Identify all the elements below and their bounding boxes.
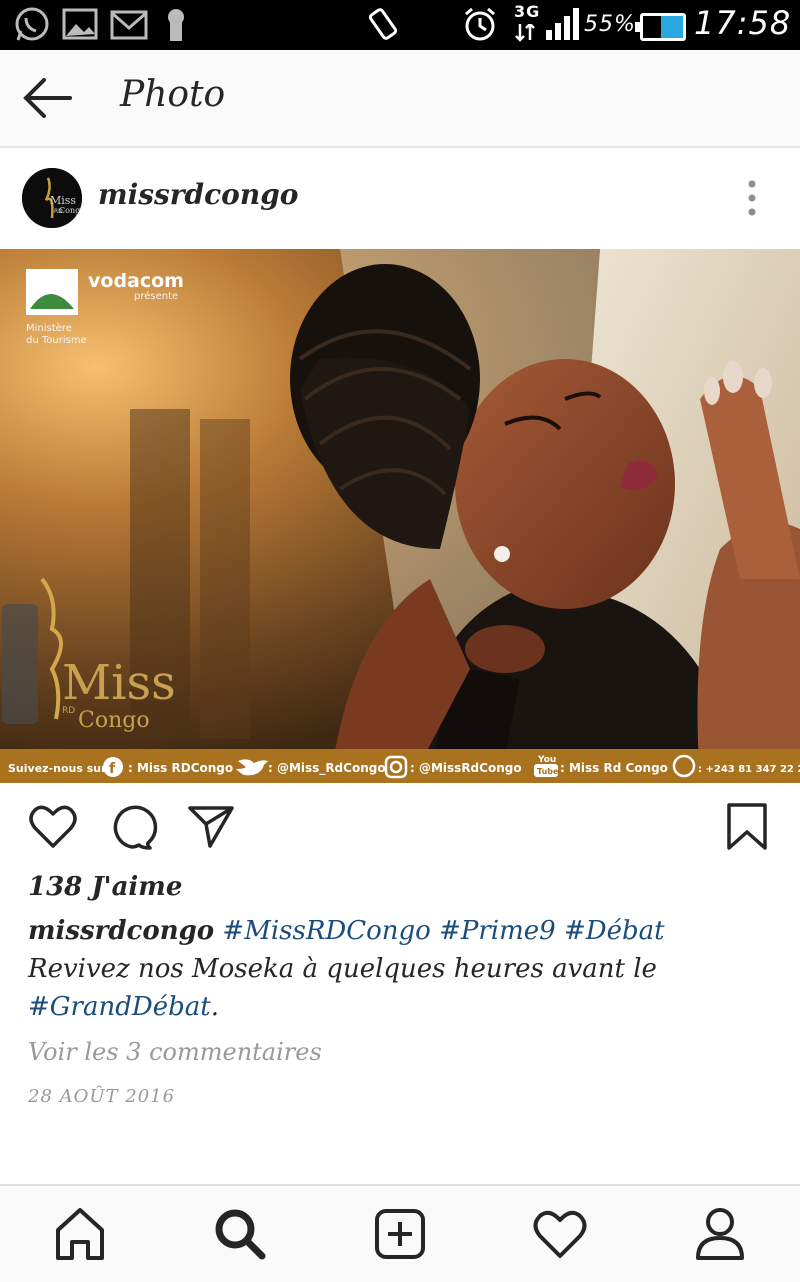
post-date: 28 AOÛT 2016 xyxy=(28,1086,176,1107)
gallery-icon xyxy=(62,8,98,40)
bottom-nav xyxy=(0,1184,800,1282)
vodacom-logo-text: vodacom xyxy=(88,270,184,292)
footer-youtube: : Miss Rd Congo xyxy=(560,761,668,775)
hashtag-missrdcongo[interactable]: #MissRDCongo xyxy=(222,916,430,946)
heart-icon xyxy=(533,1210,587,1258)
image-logo-miss: Miss xyxy=(62,655,176,711)
back-button[interactable] xyxy=(20,76,74,120)
nav-profile-button[interactable] xyxy=(690,1204,750,1264)
nav-activity-button[interactable] xyxy=(530,1204,590,1264)
top-bar: Photo xyxy=(0,50,800,148)
battery-icon xyxy=(635,13,686,41)
image-logo-congo: Congo xyxy=(78,708,150,733)
nav-new-post-button[interactable] xyxy=(370,1204,430,1264)
arrow-left-icon xyxy=(23,78,72,118)
status-bar: 3G 55% 17:58 xyxy=(0,0,800,50)
keyhole-icon xyxy=(168,9,184,41)
image-logo-rd: RD xyxy=(62,706,75,716)
presente-text: présente xyxy=(134,290,178,302)
footer-twitter: : @Miss_RdCongo xyxy=(268,761,386,776)
vertical-dots-icon xyxy=(748,180,756,216)
rotate-icon xyxy=(368,8,398,40)
footer-facebook: : Miss RDCongo xyxy=(128,761,233,775)
heart-outline-icon xyxy=(29,805,77,848)
hashtag-debat[interactable]: #Débat xyxy=(564,916,665,946)
follow-label: Suivez-nous sur xyxy=(8,762,107,775)
view-comments-link[interactable]: Voir les 3 commentaires xyxy=(28,1038,322,1066)
gmail-icon xyxy=(110,10,148,40)
share-button[interactable] xyxy=(186,802,236,856)
ministry-line1: Ministère xyxy=(26,322,72,334)
more-options-button[interactable] xyxy=(738,178,766,218)
miss-rdcongo-logo-icon: Miss RD Congo xyxy=(22,168,82,228)
data-arrows-icon xyxy=(515,24,535,42)
whatsapp-icon xyxy=(15,7,49,41)
likes-count[interactable]: 138 J'aime xyxy=(28,872,182,902)
caption-text: Revivez nos Moseka à quelques heures ava… xyxy=(28,954,657,984)
nav-home-button[interactable] xyxy=(50,1204,110,1264)
person-icon xyxy=(696,1208,744,1260)
save-button[interactable] xyxy=(724,802,770,856)
footer-phone: : +243 81 347 22 29 xyxy=(698,764,800,775)
battery-percent: 55% xyxy=(584,12,636,37)
post-header: Miss RD Congo missrdcongo xyxy=(0,148,800,248)
plus-square-icon xyxy=(375,1209,425,1259)
youtube-tube-text: Tube xyxy=(537,767,559,776)
page-title: Photo xyxy=(120,74,226,115)
bookmark-icon xyxy=(727,803,767,850)
post-photo-graphic: vodacom présente Ministère du Tourisme M… xyxy=(0,249,800,783)
caption-username[interactable]: missrdcongo xyxy=(28,916,214,946)
ministry-line2: du Tourisme xyxy=(26,335,87,346)
signal-icon xyxy=(546,8,579,40)
home-icon xyxy=(56,1208,104,1260)
youtube-you-text: You xyxy=(537,755,556,765)
footer-instagram: : @MissRdCongo xyxy=(410,761,522,775)
network-type: 3G xyxy=(514,2,541,21)
post-username[interactable]: missrdcongo xyxy=(98,178,298,211)
hashtag-prime9[interactable]: #Prime9 xyxy=(439,916,556,946)
search-icon xyxy=(215,1209,266,1260)
avatar-congo-text: Congo xyxy=(59,206,82,215)
nav-search-button[interactable] xyxy=(210,1204,270,1264)
clock: 17:58 xyxy=(694,4,792,42)
comment-button[interactable] xyxy=(108,802,158,856)
svg-text:f: f xyxy=(109,761,116,777)
comment-bubble-icon xyxy=(113,805,158,850)
paper-plane-icon xyxy=(188,806,234,848)
avatar[interactable]: Miss RD Congo xyxy=(22,168,82,228)
post-photo[interactable]: vodacom présente Ministère du Tourisme M… xyxy=(0,249,800,783)
post-caption: missrdcongo #MissRDCongo #Prime9 #Débat … xyxy=(28,912,778,1026)
caption-end: . xyxy=(210,992,219,1022)
post-actions xyxy=(0,784,800,874)
hashtag-granddebat[interactable]: #GrandDébat xyxy=(28,992,211,1022)
like-button[interactable] xyxy=(28,802,78,856)
alarm-icon xyxy=(465,7,495,41)
